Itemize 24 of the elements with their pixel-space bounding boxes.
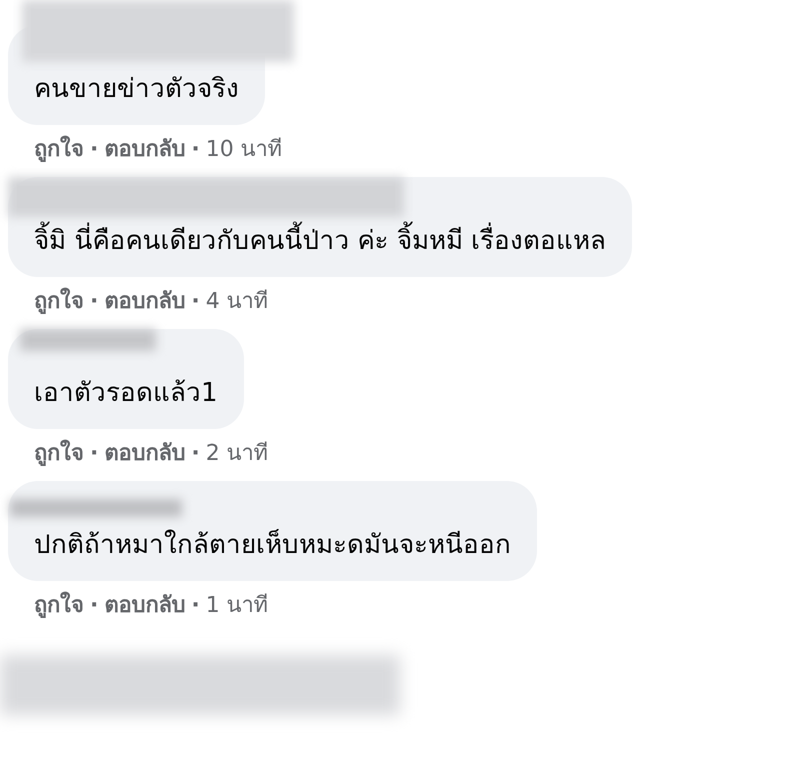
comment-time: 1 นาที <box>206 592 269 620</box>
like-link[interactable]: ถูกใจ <box>34 133 84 167</box>
separator-dot: · <box>90 592 98 620</box>
comment-time: 10 นาที <box>206 136 283 164</box>
comment-time: 4 นาที <box>206 288 269 316</box>
comment-text: ปกติถ้าหมาใกล้ตายเห็บหมะดมันจะหนีออก <box>34 528 511 562</box>
separator-dot: · <box>191 288 200 316</box>
separator-dot: · <box>90 440 98 468</box>
reply-link[interactable]: ตอบกลับ <box>104 133 186 167</box>
separator-dot: · <box>90 136 98 164</box>
reply-link[interactable]: ตอบกลับ <box>104 589 186 623</box>
separator-dot: · <box>191 592 200 620</box>
reply-link[interactable]: ตอบกลับ <box>104 437 186 471</box>
comment-text: เอาตัวรอดแล้ว1 <box>34 377 218 410</box>
like-link[interactable]: ถูกใจ <box>34 285 84 319</box>
like-link[interactable]: ถูกใจ <box>34 589 84 623</box>
comment-text: จิ้มิ นี่คือคนเดียวกับคนนี้ป่าว ค่ะ จิ้มหมี เรื่องตอแหล <box>34 219 606 263</box>
comment-time: 2 นาที <box>206 440 269 468</box>
separator-dot: · <box>191 136 200 164</box>
separator-dot: · <box>191 440 200 468</box>
reply-link[interactable]: ตอบกลับ <box>104 285 186 319</box>
comment-text: คนขายข่าวตัวจริง <box>34 73 239 106</box>
separator-dot: · <box>90 288 98 316</box>
like-link[interactable]: ถูกใจ <box>34 437 84 471</box>
